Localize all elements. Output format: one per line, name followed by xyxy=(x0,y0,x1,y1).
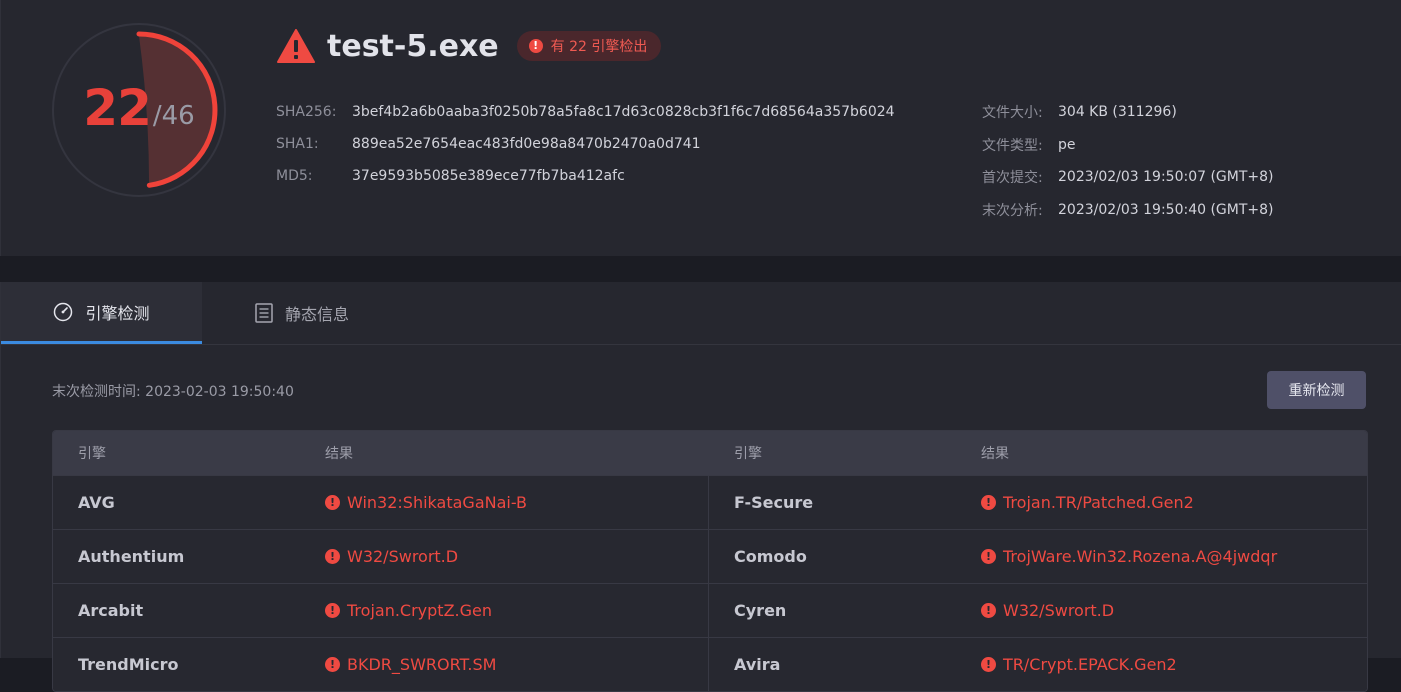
tab-label: 静态信息 xyxy=(285,305,350,324)
hash-label: MD5: xyxy=(276,168,313,184)
meta-value: pe xyxy=(1058,136,1076,153)
meta-row-type: 文件类型: pe xyxy=(982,129,1274,162)
result-label: Trojan.CryptZ.Gen xyxy=(347,601,492,620)
warning-triangle-icon xyxy=(277,29,315,63)
engine-name: Cyren xyxy=(734,601,787,620)
hash-row-sha256: SHA256: 3bef4b2a6b0aaba3f0250b78a5fa8c17… xyxy=(276,96,895,128)
hash-value[interactable]: 889ea52e7654eac483fd0e98a8470b2470a0d741 xyxy=(352,136,701,152)
total-engines: /46 xyxy=(152,101,195,131)
column-header-result: 结果 xyxy=(325,446,353,462)
meta-value: 2023/02/03 19:50:40 (GMT+8) xyxy=(1058,201,1274,218)
detection-badge-label: 有 22 引擎检出 xyxy=(550,39,648,55)
alert-circle-icon: ! xyxy=(981,603,996,618)
result-label: W32/Swrort.D xyxy=(347,547,459,566)
result-label: Win32:ShikataGaNai-B xyxy=(347,493,528,512)
detection-score: 22 /46 xyxy=(51,22,227,198)
meta-label: 文件类型: xyxy=(982,137,1043,154)
hash-value[interactable]: 37e9593b5085e389ece77fb7ba412afc xyxy=(352,168,625,184)
alert-circle-icon: ! xyxy=(325,549,340,564)
alert-circle-icon: ! xyxy=(325,603,340,618)
alert-circle-icon: ! xyxy=(325,657,340,672)
table-row: Authentium ! W32/Swrort.D Comodo ! TrojWar… xyxy=(53,529,1367,583)
engine-results-table: 引擎 结果 引擎 结果 AVG ! Win32:ShikataGaNai-B F-… xyxy=(52,430,1368,692)
file-title-row: test-5.exe ! 有 22 引擎检出 xyxy=(277,26,662,66)
detection-result: ! Trojan.CryptZ.Gen xyxy=(325,601,492,620)
meta-row-last-analyzed: 末次分析: 2023/02/03 19:50:40 (GMT+8) xyxy=(982,194,1274,227)
hash-list: SHA256: 3bef4b2a6b0aaba3f0250b78a5fa8c17… xyxy=(276,96,895,192)
hash-row-md5: MD5: 37e9593b5085e389ece77fb7ba412afc xyxy=(276,160,895,192)
meta-label: 末次分析: xyxy=(982,202,1043,219)
file-summary-card: 22 /46 test-5.exe ! 有 22 引擎检出 SHA256: 3b… xyxy=(0,0,1401,256)
alert-circle-icon: ! xyxy=(981,495,996,510)
meta-value: 2023/02/03 19:50:07 (GMT+8) xyxy=(1058,169,1274,186)
tab-label: 引擎检测 xyxy=(85,303,150,323)
engine-name: Authentium xyxy=(78,547,185,566)
table-row: Arcabit ! Trojan.CryptZ.Gen Cyren ! W32/Sw… xyxy=(53,583,1367,637)
alert-circle-icon: ! xyxy=(325,495,340,510)
tab-bar: 引擎检测 静态信息 xyxy=(1,282,1401,345)
hash-label: SHA1: xyxy=(276,136,319,152)
alert-circle-icon: ! xyxy=(981,657,996,672)
tab-engine-detection[interactable]: 引擎检测 xyxy=(1,282,202,344)
table-row: AVG ! Win32:ShikataGaNai-B F-Secure ! Troj… xyxy=(53,475,1367,529)
hash-label: SHA256: xyxy=(276,104,337,120)
engine-name: Arcabit xyxy=(78,601,144,620)
hash-value[interactable]: 3bef4b2a6b0aaba3f0250b78a5fa8c17d63c0828… xyxy=(352,104,895,120)
gauge-icon xyxy=(53,302,73,322)
detection-gauge: 22 /46 xyxy=(51,22,227,198)
document-list-icon xyxy=(255,303,273,323)
detection-result: ! TrojWare.Win32.Rozena.A@4jwdqr xyxy=(981,547,1277,566)
detection-result: ! W32/Swrort.D xyxy=(981,601,1114,620)
column-header-engine: 引擎 xyxy=(734,446,762,462)
column-header-result: 结果 xyxy=(981,446,1009,462)
meta-label: 首次提交: xyxy=(982,170,1043,187)
result-label: TrojWare.Win32.Rozena.A@4jwdqr xyxy=(1003,547,1278,566)
meta-row-first-submitted: 首次提交: 2023/02/03 19:50:07 (GMT+8) xyxy=(982,161,1274,194)
column-header-engine: 引擎 xyxy=(78,446,106,462)
tab-static-info[interactable]: 静态信息 xyxy=(255,282,349,344)
detection-result: ! W32/Swrort.D xyxy=(325,547,458,566)
meta-label: 文件大小: xyxy=(982,105,1043,122)
table-row: TrendMicro ! BKDR_SWRORT.SM Avira ! TR/Cry… xyxy=(53,637,1367,691)
result-label: Trojan.TR/Patched.Gen2 xyxy=(1003,493,1194,512)
detected-count: 22 xyxy=(83,79,152,137)
meta-row-size: 文件大小: 304 KB (311296) xyxy=(982,96,1274,129)
detection-result: ! Win32:ShikataGaNai-B xyxy=(325,493,527,512)
detection-panel: 引擎检测 静态信息 末次检测时间: 2023-02-03 19:50:40 重新… xyxy=(0,282,1401,692)
hash-row-sha1: SHA1: 889ea52e7654eac483fd0e98a8470b2470… xyxy=(276,128,895,160)
detection-badge: ! 有 22 引擎检出 xyxy=(516,31,662,61)
engine-name: Comodo xyxy=(734,547,807,566)
alert-circle-icon: ! xyxy=(981,549,996,564)
table-header: 引擎 结果 引擎 结果 xyxy=(53,431,1367,475)
result-label: W32/Swrort.D xyxy=(1003,601,1115,620)
engine-name: AVG xyxy=(78,493,115,512)
meta-value: 304 KB (311296) xyxy=(1058,104,1177,121)
detection-result: ! Trojan.TR/Patched.Gen2 xyxy=(981,493,1194,512)
last-check-time: 末次检测时间: 2023-02-03 19:50:40 xyxy=(52,384,294,400)
alert-circle-icon: ! xyxy=(528,39,543,53)
file-meta-list: 文件大小: 304 KB (311296) 文件类型: pe 首次提交: 202… xyxy=(982,96,1274,226)
rescan-button[interactable]: 重新检测 xyxy=(1267,371,1366,409)
engine-name: F-Secure xyxy=(734,493,814,512)
file-name: test-5.exe xyxy=(327,28,499,64)
